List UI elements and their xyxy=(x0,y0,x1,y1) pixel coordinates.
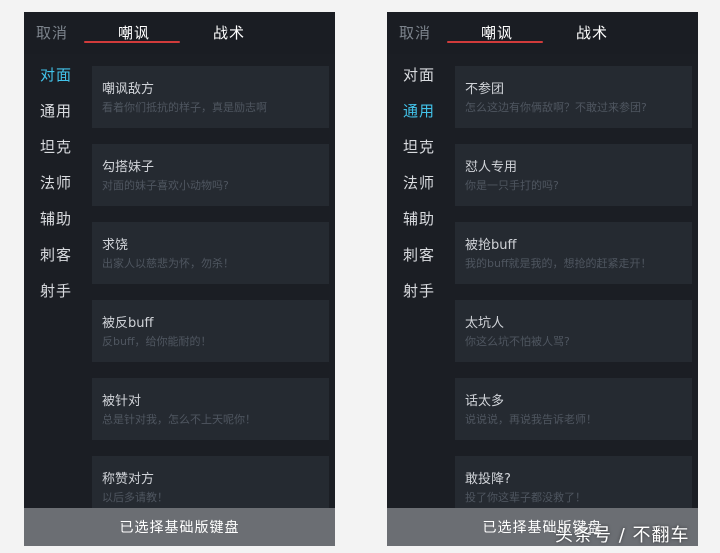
tab-taunt[interactable]: 嘲讽 xyxy=(118,22,150,43)
sidebar-item-general[interactable]: 通用 xyxy=(24,100,88,121)
phone-screen-left: 取消 嘲讽 战术 对面 通用 坦克 法师 辅助 刺客 射手 嘲讽敌方 看着你们抵… xyxy=(24,12,335,546)
phrase-text: 我的buff就是我的，想抢的赶紧走开！ xyxy=(465,257,652,270)
phone-screen-right: 取消 嘲讽 战术 对面 通用 坦克 法师 辅助 刺客 射手 不参团 怎么这边有你… xyxy=(387,12,698,546)
phrase-list: 嘲讽敌方 看着你们抵抗的样子，真是励志啊 勾搭妹子 对面的妹子喜欢小动物吗? 求… xyxy=(92,66,329,526)
top-bar: 取消 嘲讽 战术 xyxy=(24,12,335,54)
phrase-text: 对面的妹子喜欢小动物吗? xyxy=(102,179,229,192)
phrase-card[interactable]: 嘲讽敌方 看着你们抵抗的样子，真是励志啊 xyxy=(92,66,329,128)
sidebar-item-assassin[interactable]: 刺客 xyxy=(24,244,88,265)
sidebar-item-support[interactable]: 辅助 xyxy=(387,208,451,229)
phrase-text: 反buff，给你能耐的！ xyxy=(102,335,212,348)
phrase-title: 被反buff xyxy=(102,316,154,331)
phrase-text: 出家人以慈悲为怀，勿杀！ xyxy=(102,257,234,270)
watermark: 头条号 / 不翻车 xyxy=(555,525,690,546)
sidebar-item-marksman[interactable]: 射手 xyxy=(24,280,88,301)
phrase-title: 被抢buff xyxy=(465,238,517,253)
sidebar-item-tank[interactable]: 坦克 xyxy=(24,136,88,157)
phrase-title: 被针对 xyxy=(102,394,142,409)
active-tab-indicator xyxy=(84,41,180,43)
sidebar-item-mage[interactable]: 法师 xyxy=(24,172,88,193)
phrase-title: 嘲讽敌方 xyxy=(102,82,155,97)
sidebar-item-marksman[interactable]: 射手 xyxy=(387,280,451,301)
phrase-title: 勾搭妹子 xyxy=(102,160,155,175)
phrase-title: 敢投降? xyxy=(465,472,511,487)
sidebar-item-assassin[interactable]: 刺客 xyxy=(387,244,451,265)
phrase-card[interactable]: 话太多 说说说，再说我告诉老师！ xyxy=(455,378,692,440)
category-sidebar: 对面 通用 坦克 法师 辅助 刺客 射手 xyxy=(24,54,88,524)
phrase-text: 看着你们抵抗的样子，真是励志啊 xyxy=(102,101,267,114)
phrase-card[interactable]: 求饶 出家人以慈悲为怀，勿杀！ xyxy=(92,222,329,284)
phrase-card[interactable]: 太坑人 你这么坑不怕被人骂? xyxy=(455,300,692,362)
sidebar-item-opponent[interactable]: 对面 xyxy=(387,64,451,85)
phrase-card[interactable]: 被抢buff 我的buff就是我的，想抢的赶紧走开！ xyxy=(455,222,692,284)
phrase-title: 不参团 xyxy=(465,82,505,97)
phrase-title: 称赞对方 xyxy=(102,472,155,487)
tab-taunt[interactable]: 嘲讽 xyxy=(481,22,513,43)
phrase-text: 以后多请教！ xyxy=(102,491,168,504)
phrase-card[interactable]: 不参团 怎么这边有你俩敌啊？不敢过来参团? xyxy=(455,66,692,128)
tab-tactics[interactable]: 战术 xyxy=(576,22,608,43)
sidebar-item-opponent[interactable]: 对面 xyxy=(24,64,88,85)
phrase-text: 总是针对我，怎么不上天呢你！ xyxy=(102,413,256,426)
phrase-card[interactable]: 被反buff 反buff，给你能耐的！ xyxy=(92,300,329,362)
phrase-title: 求饶 xyxy=(102,238,129,253)
keyboard-status-bar[interactable]: 已选择基础版键盘 xyxy=(24,508,335,546)
phrase-card[interactable]: 怼人专用 你是一只手打的吗? xyxy=(455,144,692,206)
phrase-title: 怼人专用 xyxy=(465,160,518,175)
tab-tactics[interactable]: 战术 xyxy=(213,22,245,43)
category-sidebar: 对面 通用 坦克 法师 辅助 刺客 射手 xyxy=(387,54,451,524)
sidebar-item-general[interactable]: 通用 xyxy=(387,100,451,121)
keyboard-status-text: 已选择基础版键盘 xyxy=(119,520,240,536)
cancel-button[interactable]: 取消 xyxy=(399,22,431,43)
sidebar-item-tank[interactable]: 坦克 xyxy=(387,136,451,157)
phrase-list: 不参团 怎么这边有你俩敌啊？不敢过来参团? 怼人专用 你是一只手打的吗? 被抢b… xyxy=(455,66,692,526)
sidebar-item-mage[interactable]: 法师 xyxy=(387,172,451,193)
phrase-card[interactable]: 勾搭妹子 对面的妹子喜欢小动物吗? xyxy=(92,144,329,206)
phrase-card[interactable]: 被针对 总是针对我，怎么不上天呢你！ xyxy=(92,378,329,440)
top-bar: 取消 嘲讽 战术 xyxy=(387,12,698,54)
phrase-text: 投了你这辈子都没救了！ xyxy=(465,491,586,504)
sidebar-item-support[interactable]: 辅助 xyxy=(24,208,88,229)
active-tab-indicator xyxy=(447,41,543,43)
cancel-button[interactable]: 取消 xyxy=(36,22,68,43)
phrase-text: 怎么这边有你俩敌啊？不敢过来参团? xyxy=(465,101,647,114)
phrase-text: 你这么坑不怕被人骂? xyxy=(465,335,570,348)
phrase-title: 话太多 xyxy=(465,394,505,409)
phrase-text: 说说说，再说我告诉老师！ xyxy=(465,413,597,426)
phrase-title: 太坑人 xyxy=(465,316,505,331)
phrase-text: 你是一只手打的吗? xyxy=(465,179,559,192)
